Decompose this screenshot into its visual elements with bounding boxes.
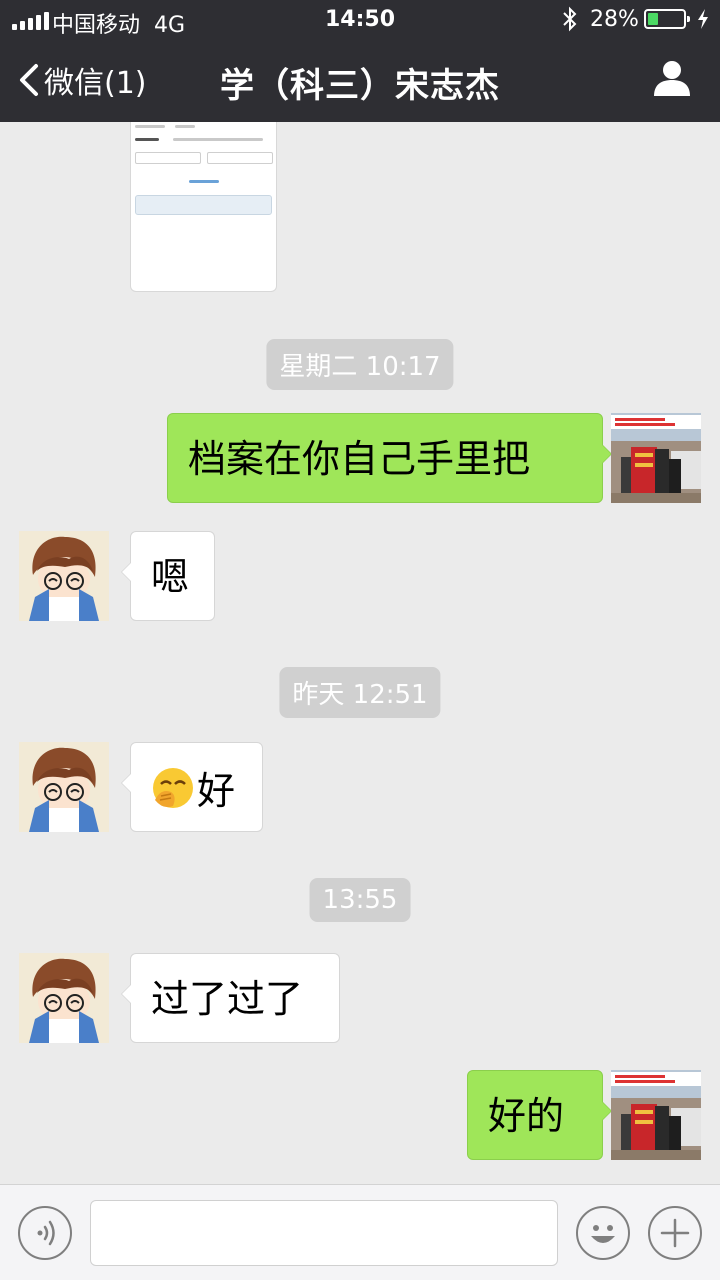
image-message[interactable]	[130, 122, 277, 292]
plus-icon	[660, 1218, 690, 1248]
chat-title: 学（科三）宋志杰	[220, 66, 500, 106]
battery-percent: 28%	[590, 7, 639, 32]
cartoon-boy-avatar	[19, 531, 109, 621]
message-input[interactable]	[90, 1200, 558, 1266]
my-avatar[interactable]	[611, 413, 701, 503]
timestamp: 13:55	[309, 878, 411, 922]
chat-area[interactable]: 星期二 10:17 档案在你自己手里把 嗯 昨天 12:51 好 13:55 过…	[0, 122, 720, 1184]
avatar-photo	[611, 1070, 701, 1160]
voice-icon	[37, 1220, 55, 1246]
timestamp: 昨天 12:51	[279, 667, 441, 718]
contact-avatar[interactable]	[19, 742, 109, 832]
avatar-photo	[611, 413, 701, 503]
contact-avatar[interactable]	[19, 531, 109, 621]
voice-button[interactable]	[18, 1206, 72, 1260]
nav-bar: 微信(1) 学（科三）宋志杰	[0, 40, 720, 122]
message-bubble-outgoing[interactable]: 好的	[467, 1070, 612, 1160]
input-bar	[0, 1184, 720, 1280]
bluetooth-icon	[563, 6, 577, 32]
timestamp: 星期二 10:17	[266, 339, 454, 390]
face-with-hand-over-mouth-emoji	[153, 768, 193, 808]
charging-icon	[698, 9, 708, 29]
message-text: 好	[197, 769, 236, 813]
more-button[interactable]	[648, 1206, 702, 1260]
message-bubble-incoming[interactable]: 嗯	[121, 531, 215, 621]
battery-fill	[648, 13, 658, 25]
emoji-button[interactable]	[576, 1206, 630, 1260]
cartoon-boy-avatar	[19, 742, 109, 832]
contact-avatar[interactable]	[19, 953, 109, 1043]
smiley-icon	[591, 1225, 615, 1243]
my-avatar[interactable]	[611, 1070, 701, 1160]
user-icon[interactable]	[652, 58, 692, 98]
cartoon-boy-avatar	[19, 953, 109, 1043]
battery-icon	[644, 9, 690, 29]
message-bubble-outgoing[interactable]: 档案在你自己手里把	[167, 413, 612, 503]
message-bubble-incoming[interactable]: 过了过了	[121, 953, 340, 1043]
message-bubble-incoming[interactable]: 好	[121, 742, 263, 832]
status-bar: 中国移动 4G 14:50 28%	[0, 0, 720, 40]
top-bar: 中国移动 4G 14:50 28% 微信(1) 学（科三）宋志杰	[0, 0, 720, 122]
